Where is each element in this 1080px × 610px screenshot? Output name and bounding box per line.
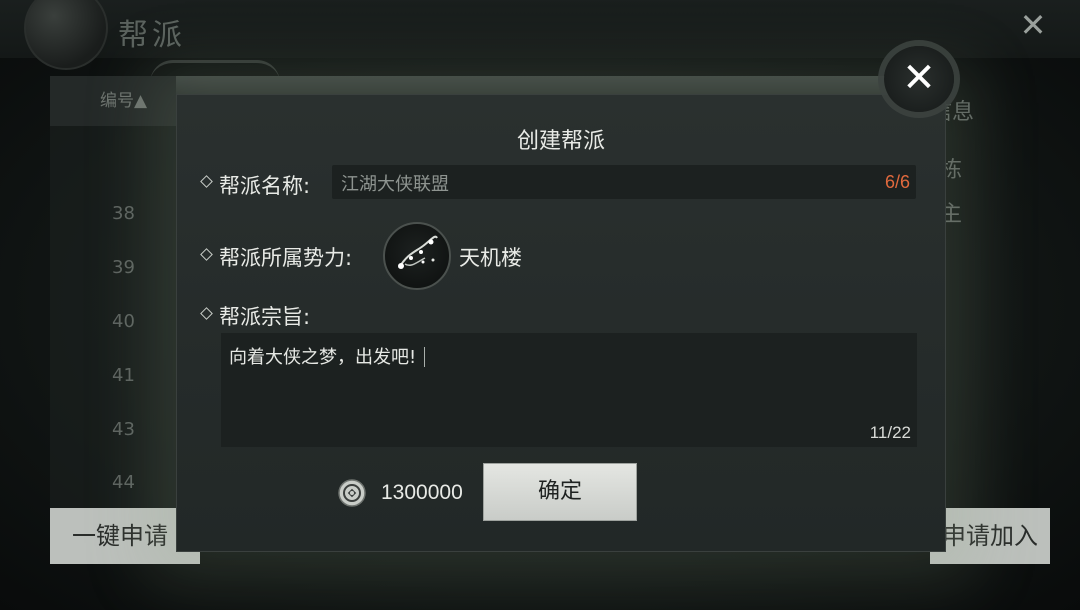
diamond-bullet-icon [200, 307, 213, 320]
row-number: 38 [112, 203, 135, 224]
guild-purpose-input[interactable]: 向着大侠之梦，出发吧! 11/22 [221, 333, 917, 447]
row-number: 40 [112, 311, 135, 332]
apply-join-button[interactable]: 申请加入 [930, 508, 1050, 564]
faction-label: 帮派所属势力: [219, 246, 353, 270]
guild-purpose-char-count: 11/22 [869, 423, 911, 442]
constellation-icon[interactable] [383, 222, 451, 290]
confirm-button[interactable]: 确定 [483, 463, 637, 521]
guild-name-input[interactable]: 江湖大侠联盟 6/6 [332, 165, 916, 199]
coin-icon [338, 479, 366, 507]
row-number: 41 [112, 365, 135, 386]
faction-name: 天机楼 [459, 246, 522, 270]
create-guild-dialog: 创建帮派 帮派名称: 江湖大侠联盟 6/6 帮派所属势力: 天机楼 帮派宗旨: … [176, 94, 946, 552]
row-number: 43 [112, 419, 135, 440]
guild-purpose-value: 向着大侠之梦，出发吧! [229, 343, 426, 369]
text-caret [424, 347, 426, 367]
background-close-icon[interactable]: ✕ [1016, 8, 1050, 42]
row-number: 44 [112, 472, 135, 493]
guild-name-char-count: 6/6 [884, 172, 910, 192]
row-number: 39 [112, 257, 135, 278]
constellation-icon-graphic [398, 235, 438, 269]
modal-top-decoration [176, 76, 944, 94]
guild-name-value: 江湖大侠联盟 [341, 174, 449, 195]
close-icon[interactable]: ✕ [884, 46, 954, 112]
background-title: 帮派 [118, 18, 186, 53]
creation-cost: 1300000 [381, 481, 463, 504]
guild-purpose-label: 帮派宗旨: [219, 305, 311, 329]
dialog-title: 创建帮派 [516, 129, 605, 154]
guild-name-label: 帮派名称: [219, 174, 311, 198]
diamond-bullet-icon [200, 175, 213, 188]
diamond-bullet-icon [200, 248, 213, 261]
